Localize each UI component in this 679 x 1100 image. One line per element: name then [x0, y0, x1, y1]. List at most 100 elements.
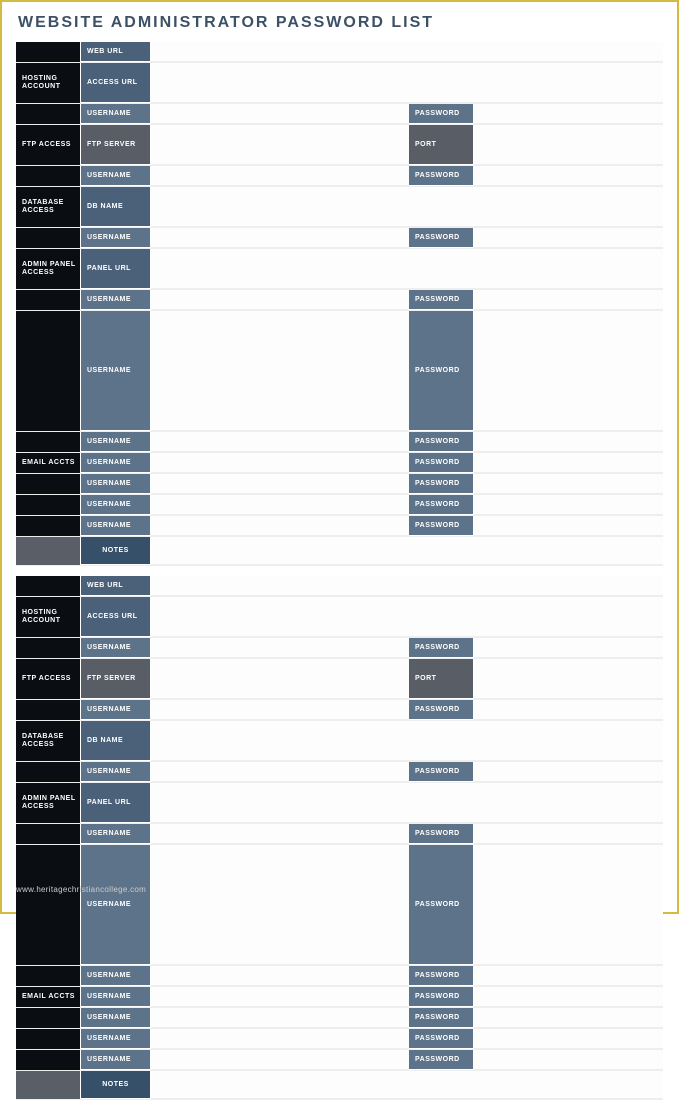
username-label: USERNAME [81, 845, 151, 965]
password-input[interactable] [474, 290, 663, 310]
form-row: DATABASE ACCESSDB NAME [16, 187, 663, 228]
username-input[interactable] [151, 495, 409, 515]
ftp_server-input[interactable] [151, 659, 409, 699]
form-row: USERNAMEPASSWORD [16, 495, 663, 516]
section-label: DATABASE ACCESS [16, 187, 81, 227]
password-label: PASSWORD [409, 824, 474, 844]
form-row: WEB URL [16, 42, 663, 63]
password-input[interactable] [474, 516, 663, 536]
username-input[interactable] [151, 453, 409, 473]
section-label: DATABASE ACCESS [16, 721, 81, 761]
username-input[interactable] [151, 474, 409, 494]
notes-input[interactable] [151, 537, 663, 565]
username-input[interactable] [151, 1008, 409, 1028]
form-row: USERNAME PASSWORD [16, 824, 663, 845]
username-input[interactable] [151, 432, 409, 452]
username-input[interactable] [151, 290, 409, 310]
username-label: USERNAME [81, 987, 151, 1007]
username-input[interactable] [151, 166, 409, 186]
section-label: FTP ACCESS [16, 125, 81, 165]
section-label [16, 762, 81, 782]
password-input[interactable] [474, 311, 663, 431]
password-label: PASSWORD [409, 638, 474, 658]
password-input[interactable] [474, 1008, 663, 1028]
password-label: PASSWORD [409, 1050, 474, 1070]
panel_url-input[interactable] [151, 249, 663, 289]
port-input[interactable] [474, 659, 663, 699]
section-label [16, 42, 81, 62]
password-input[interactable] [474, 638, 663, 658]
password-input[interactable] [474, 474, 663, 494]
section-label [16, 474, 81, 494]
password-input[interactable] [474, 166, 663, 186]
record-block: WEB URLHOSTING ACCOUNTACCESS URLUSERNAME… [16, 576, 663, 1100]
password-label: PASSWORD [409, 453, 474, 473]
port-input[interactable] [474, 125, 663, 165]
notes-label: NOTES [81, 1071, 151, 1099]
document-frame: WEBSITE ADMINISTRATOR PASSWORD LIST WEB … [0, 0, 679, 914]
password-label: PASSWORD [409, 432, 474, 452]
db_name-input[interactable] [151, 721, 663, 761]
web_url-input[interactable] [151, 576, 663, 596]
username-input[interactable] [151, 638, 409, 658]
db_name-input[interactable] [151, 187, 663, 227]
password-input[interactable] [474, 987, 663, 1007]
username-label: USERNAME [81, 1029, 151, 1049]
form-row: USERNAME PASSWORD [16, 432, 663, 453]
form-row: USERNAMEPASSWORD [16, 966, 663, 987]
password-input[interactable] [474, 1029, 663, 1049]
username-input[interactable] [151, 966, 409, 986]
form-row: USERNAMEPASSWORD [16, 516, 663, 537]
section-label: ADMIN PANEL ACCESS [16, 783, 81, 823]
username-input[interactable] [151, 1029, 409, 1049]
password-input[interactable] [474, 845, 663, 965]
password-input[interactable] [474, 966, 663, 986]
username-input[interactable] [151, 311, 409, 431]
username-label: USERNAME [81, 824, 151, 844]
username-input[interactable] [151, 987, 409, 1007]
web_url-input[interactable] [151, 42, 663, 62]
notes-input[interactable] [151, 1071, 663, 1099]
section-label [16, 638, 81, 658]
username-input[interactable] [151, 762, 409, 782]
panel_url-label: PANEL URL [81, 783, 151, 823]
db_name-label: DB NAME [81, 187, 151, 227]
username-input[interactable] [151, 1050, 409, 1070]
username-input[interactable] [151, 700, 409, 720]
username-label: USERNAME [81, 432, 151, 452]
section-label: FTP ACCESS [16, 659, 81, 699]
username-input[interactable] [151, 104, 409, 124]
password-input[interactable] [474, 824, 663, 844]
username-label: USERNAME [81, 1008, 151, 1028]
password-label: PASSWORD [409, 1008, 474, 1028]
section-label [16, 228, 81, 248]
section-label [16, 700, 81, 720]
ftp_server-input[interactable] [151, 125, 409, 165]
panel_url-input[interactable] [151, 783, 663, 823]
record-block: WEB URLHOSTING ACCOUNTACCESS URLUSERNAME… [16, 42, 663, 566]
access_url-input[interactable] [151, 597, 663, 637]
access_url-input[interactable] [151, 63, 663, 103]
username-label: USERNAME [81, 228, 151, 248]
password-input[interactable] [474, 1050, 663, 1070]
section-label [16, 104, 81, 124]
username-input[interactable] [151, 845, 409, 965]
password-input[interactable] [474, 700, 663, 720]
username-label: USERNAME [81, 1050, 151, 1070]
content-area: WEB URLHOSTING ACCOUNTACCESS URLUSERNAME… [16, 42, 663, 1100]
section-label [16, 516, 81, 536]
password-input[interactable] [474, 762, 663, 782]
username-input[interactable] [151, 824, 409, 844]
username-input[interactable] [151, 516, 409, 536]
password-input[interactable] [474, 104, 663, 124]
ftp_server-label: FTP SERVER [81, 125, 151, 165]
password-input[interactable] [474, 495, 663, 515]
username-label: USERNAME [81, 966, 151, 986]
username-input[interactable] [151, 228, 409, 248]
notes-label: NOTES [81, 537, 151, 565]
password-input[interactable] [474, 228, 663, 248]
section-label [16, 966, 81, 986]
password-input[interactable] [474, 453, 663, 473]
password-input[interactable] [474, 432, 663, 452]
section-label: ADMIN PANEL ACCESS [16, 249, 81, 289]
